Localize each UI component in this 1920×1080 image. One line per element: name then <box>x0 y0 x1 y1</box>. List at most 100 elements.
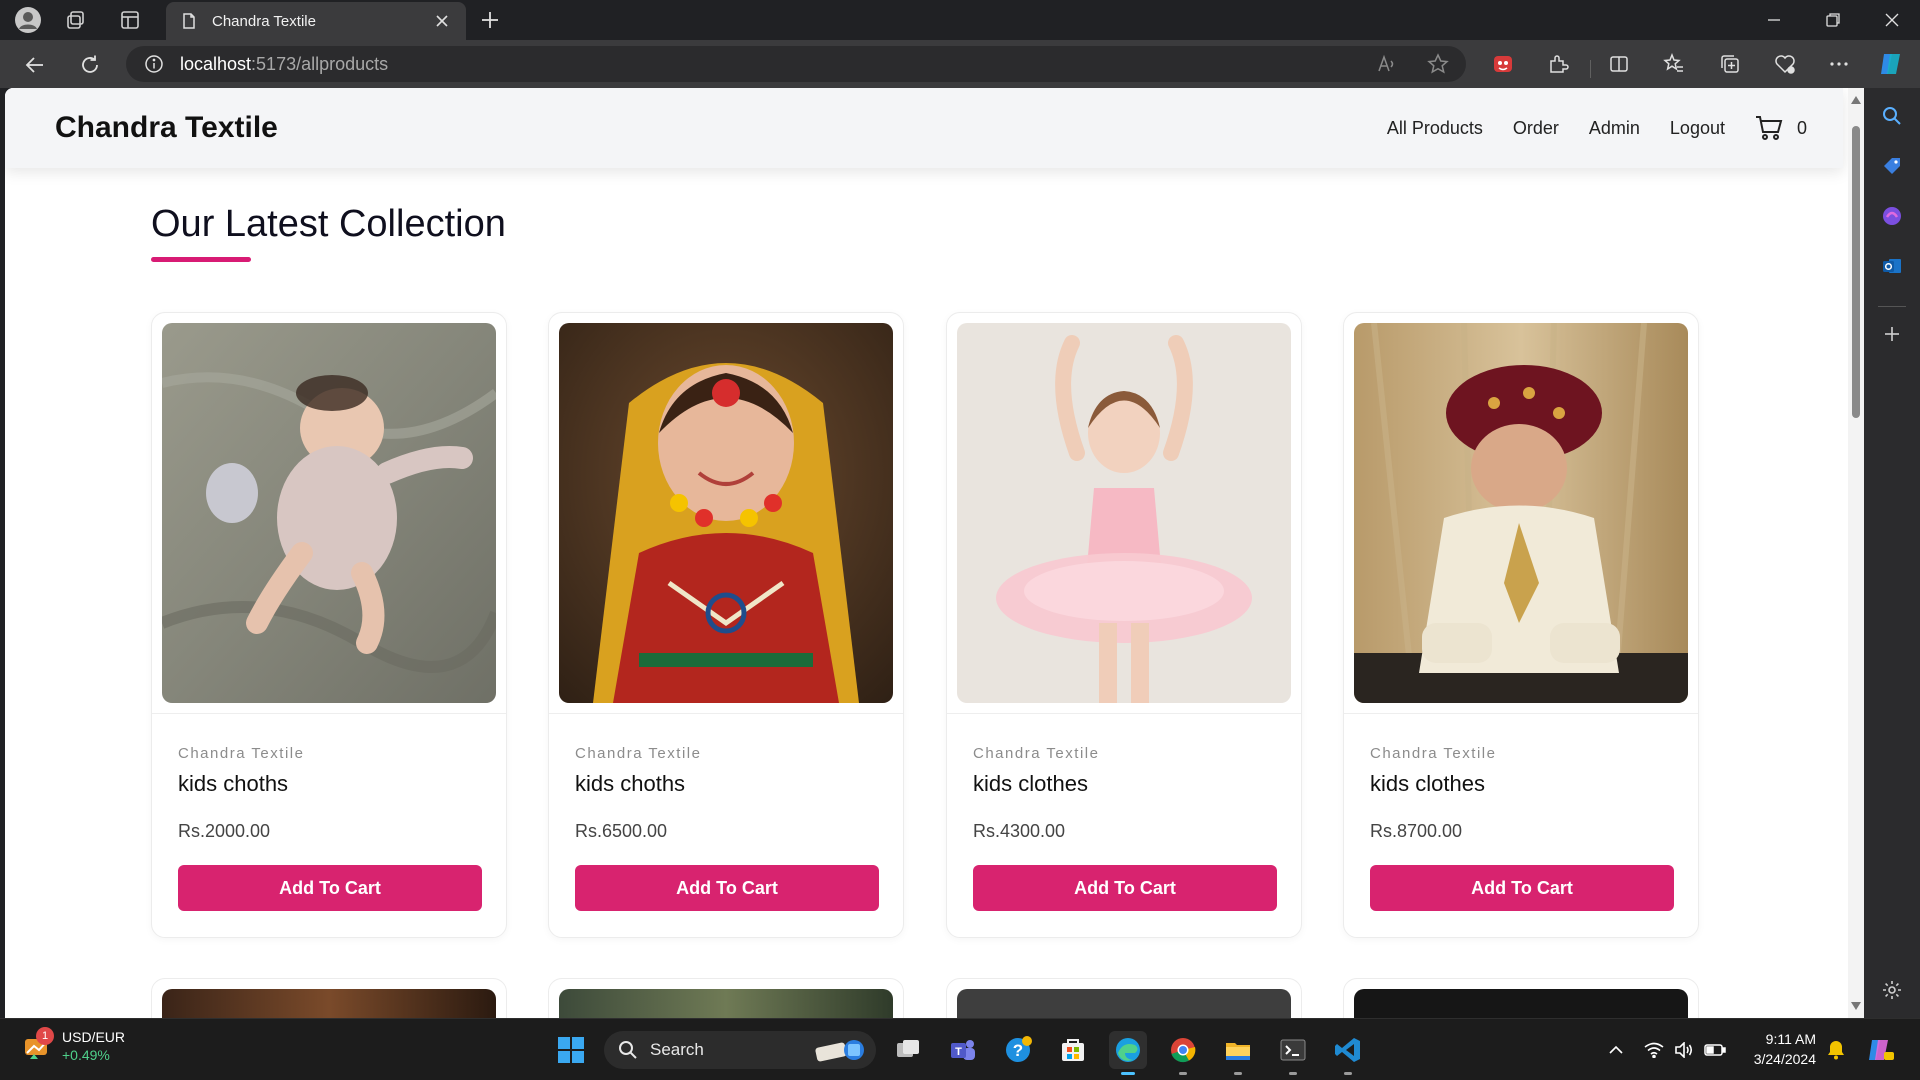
nav-link-logout[interactable]: Logout <box>1670 118 1725 139</box>
split-screen-icon[interactable] <box>1604 49 1634 79</box>
favorites-list-icon[interactable] <box>1659 49 1689 79</box>
title-underline <box>151 257 251 262</box>
sidebar-add-icon[interactable] <box>1878 320 1906 348</box>
product-name: kids choths <box>178 771 289 796</box>
nav-link-order[interactable]: Order <box>1513 118 1559 139</box>
product-price: Rs.6500.00 <box>575 821 668 841</box>
system-clock[interactable]: 9:11 AM 3/24/2024 <box>1734 1029 1816 1069</box>
product-image[interactable] <box>559 989 893 1018</box>
volume-icon[interactable] <box>1672 1039 1696 1061</box>
site-navbar: Chandra Textile All Products Order Admin… <box>5 88 1843 168</box>
extensions-puzzle-icon[interactable] <box>1543 49 1573 79</box>
add-to-cart-button[interactable]: Add To Cart <box>178 865 482 911</box>
workspaces-icon[interactable] <box>62 6 90 34</box>
tab-actions-icon[interactable] <box>116 6 144 34</box>
product-image-boy-sherwani-turban[interactable] <box>1354 323 1688 703</box>
battery-icon[interactable] <box>1702 1039 1728 1061</box>
cart-count: 0 <box>1796 117 1807 138</box>
read-aloud-icon[interactable] <box>1371 46 1403 82</box>
extension-red-icon[interactable] <box>1488 49 1518 79</box>
nav-link-all-products[interactable]: All Products <box>1387 118 1483 139</box>
product-image-ballerina-girl[interactable] <box>957 323 1291 703</box>
product-name: kids clothes <box>1370 771 1485 796</box>
product-image-baby-on-blanket[interactable] <box>162 323 496 703</box>
collections-icon[interactable] <box>1715 49 1745 79</box>
url-host: localhost <box>180 53 252 74</box>
add-to-cart-button[interactable]: Add To Cart <box>973 865 1277 911</box>
refresh-icon[interactable] <box>75 50 105 80</box>
notification-bell-icon[interactable] <box>1824 1039 1848 1061</box>
product-image[interactable] <box>957 989 1291 1018</box>
more-options-icon[interactable] <box>1824 49 1854 79</box>
product-brand: Chandra Textile <box>1370 745 1497 762</box>
product-card <box>548 978 904 1018</box>
tab-chandra-textile[interactable]: Chandra Textile <box>166 2 466 40</box>
product-image-girl-traditional-dress[interactable] <box>559 323 893 703</box>
clock-time: 9:11 AM <box>1765 1031 1816 1047</box>
scroll-up-arrow-icon[interactable] <box>1850 94 1862 106</box>
product-brand: Chandra Textile <box>178 745 305 762</box>
new-tab-icon[interactable] <box>476 6 504 34</box>
chrome-icon[interactable] <box>1164 1031 1202 1075</box>
windows-start-icon[interactable] <box>552 1031 590 1069</box>
sidebar-copilot-designer-icon[interactable] <box>1878 202 1906 230</box>
sidebar-outlook-icon[interactable] <box>1878 252 1906 280</box>
product-name: kids clothes <box>973 771 1088 796</box>
product-card <box>151 978 507 1018</box>
back-arrow-icon[interactable] <box>20 50 50 80</box>
product-image[interactable] <box>162 989 496 1018</box>
vscode-icon[interactable] <box>1329 1031 1367 1075</box>
currency-widget[interactable]: 1 USD/EUR +0.49% <box>22 1027 126 1063</box>
terminal-icon[interactable] <box>1274 1031 1312 1075</box>
product-card <box>1343 978 1699 1018</box>
copilot-icon[interactable] <box>1876 49 1906 79</box>
site-info-icon[interactable] <box>144 54 164 74</box>
taskbar-search-field[interactable]: Search <box>604 1031 876 1069</box>
url-field[interactable]: localhost:5173/allproducts <box>126 46 1466 82</box>
page-scrollbar[interactable] <box>1848 88 1864 1018</box>
teams-icon[interactable]: T <box>944 1031 982 1069</box>
product-card: Chandra Textile kids choths Rs.2000.00 A… <box>151 312 507 938</box>
sidebar-settings-gear-icon[interactable] <box>1878 976 1906 1004</box>
close-window-icon[interactable] <box>1864 0 1920 40</box>
favorite-star-icon[interactable] <box>1422 46 1454 82</box>
file-explorer-icon[interactable] <box>1219 1031 1257 1075</box>
shopping-cart-icon <box>1755 116 1783 140</box>
add-to-cart-button[interactable]: Add To Cart <box>1370 865 1674 911</box>
task-view-icon[interactable] <box>889 1031 927 1069</box>
add-to-cart-button[interactable]: Add To Cart <box>575 865 879 911</box>
sidebar-search-icon[interactable] <box>1878 102 1906 130</box>
product-card: Chandra Textile kids clothes Rs.4300.00 … <box>946 312 1302 938</box>
scroll-down-arrow-icon[interactable] <box>1850 1000 1862 1012</box>
product-brand: Chandra Textile <box>973 745 1100 762</box>
product-price: Rs.8700.00 <box>1370 821 1463 841</box>
site-brand-logo[interactable]: Chandra Textile <box>55 111 278 145</box>
microsoft-store-icon[interactable] <box>1054 1031 1092 1069</box>
profile-avatar-icon[interactable] <box>14 6 42 34</box>
notification-badge: 1 <box>36 1027 54 1045</box>
product-brand: Chandra Textile <box>575 745 702 762</box>
minimize-window-icon[interactable] <box>1746 0 1802 40</box>
wifi-icon[interactable] <box>1642 1039 1666 1061</box>
tab-title: Chandra Textile <box>212 12 316 30</box>
url-path: :5173/allproducts <box>251 53 389 74</box>
nav-link-admin[interactable]: Admin <box>1589 118 1640 139</box>
copilot-taskbar-icon[interactable] <box>1864 1039 1896 1061</box>
edge-browser-icon[interactable] <box>1109 1031 1147 1075</box>
help-icon[interactable]: ? <box>999 1031 1037 1069</box>
search-highlight-icon <box>815 1040 864 1062</box>
show-hidden-icons-chevron-icon[interactable] <box>1606 1039 1626 1061</box>
browser-essentials-icon[interactable] <box>1770 49 1800 79</box>
page-viewport: Chandra Textile All Products Order Admin… <box>5 88 1864 1018</box>
product-price: Rs.2000.00 <box>178 821 271 841</box>
sidebar-shopping-tag-icon[interactable] <box>1878 152 1906 180</box>
restore-window-icon[interactable] <box>1805 0 1861 40</box>
svg-text:T: T <box>955 1046 962 1058</box>
scrollbar-thumb[interactable] <box>1852 126 1860 418</box>
cart-button[interactable]: 0 <box>1755 115 1807 141</box>
widget-change: +0.49% <box>62 1047 110 1063</box>
widget-title: USD/EUR <box>62 1029 126 1045</box>
product-image[interactable] <box>1354 989 1688 1018</box>
close-tab-icon[interactable] <box>432 11 452 31</box>
windows-taskbar: 1 USD/EUR +0.49% Search T ? 9:11 AM 3/24… <box>0 1018 1920 1080</box>
